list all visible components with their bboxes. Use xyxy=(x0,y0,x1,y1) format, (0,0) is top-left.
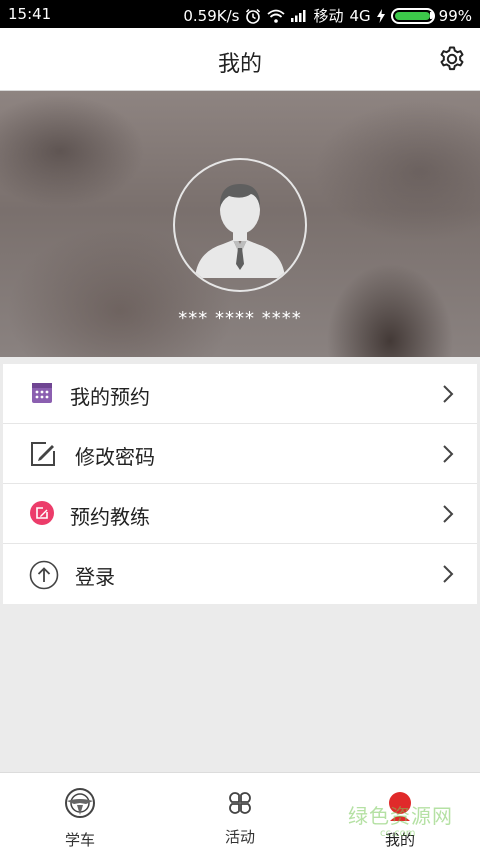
wifi-icon xyxy=(267,9,286,23)
watermark: 绿色资源网 xyxy=(348,804,453,828)
chevron-right-icon xyxy=(441,564,455,584)
gear-icon[interactable] xyxy=(438,45,466,73)
menu-item-book-coach[interactable]: 预约教练 xyxy=(3,484,477,544)
charging-bolt-icon xyxy=(376,8,385,23)
watermark-sub: cc.com xyxy=(380,828,416,839)
arrow-up-circle-icon xyxy=(29,560,59,590)
battery-fill xyxy=(394,11,431,20)
steering-wheel-icon xyxy=(64,787,96,819)
menu-item-my-appointments[interactable]: 我的预约 xyxy=(3,364,477,424)
battery-icon xyxy=(390,7,435,24)
status-time: 15:41 xyxy=(8,5,52,23)
status-bar: 15:41 0.59K/s 移动 4G 99% xyxy=(0,0,480,28)
masked-phone-number: *** **** **** xyxy=(178,308,302,329)
tab-label: 学车 xyxy=(64,831,95,849)
calendar-icon xyxy=(29,380,55,406)
signal-icon xyxy=(291,9,307,22)
menu-list: 我的预约 修改密码 预约教练 登录 xyxy=(3,364,477,604)
coach-book-icon xyxy=(29,500,55,526)
menu-item-label: 修改密码 xyxy=(75,445,155,469)
chevron-right-icon xyxy=(441,384,455,404)
user-avatar-icon[interactable] xyxy=(173,158,307,292)
battery-percent: 99% xyxy=(438,6,472,25)
carrier-label: 移动 xyxy=(313,7,344,25)
menu-item-label: 我的预约 xyxy=(70,385,150,409)
menu-item-label: 登录 xyxy=(75,565,115,589)
edit-icon xyxy=(29,440,55,466)
tab-activities[interactable]: 活动 xyxy=(160,773,320,853)
menu-item-label: 预约教练 xyxy=(70,505,150,529)
alarm-icon xyxy=(245,8,261,24)
clover-icon xyxy=(224,787,256,819)
network-type: 4G xyxy=(349,6,371,25)
menu-item-login[interactable]: 登录 xyxy=(3,544,477,604)
network-speed: 0.59K/s xyxy=(183,6,240,25)
tab-learn-driving[interactable]: 学车 xyxy=(0,773,160,853)
profile-banner: *** **** **** xyxy=(0,91,480,357)
chevron-right-icon xyxy=(441,504,455,524)
page-title: 我的 xyxy=(217,52,262,77)
status-right: 0.59K/s 移动 4G 99% xyxy=(183,5,472,26)
menu-item-change-password[interactable]: 修改密码 xyxy=(3,424,477,484)
app-header: 我的 xyxy=(0,28,480,91)
chevron-right-icon xyxy=(441,444,455,464)
tab-label: 活动 xyxy=(224,828,255,846)
